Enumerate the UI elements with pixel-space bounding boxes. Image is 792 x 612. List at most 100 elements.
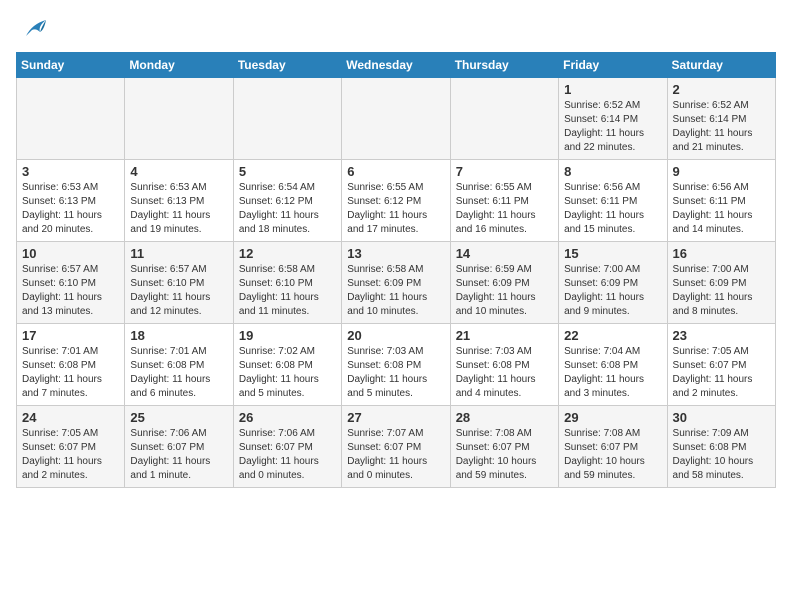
day-cell: 13 Sunrise: 6:58 AM Sunset: 6:09 PM Dayli…	[342, 242, 450, 324]
day-cell: 11 Sunrise: 6:57 AM Sunset: 6:10 PM Dayli…	[125, 242, 233, 324]
day-info: Sunrise: 6:59 AM Sunset: 6:09 PM Dayligh…	[456, 263, 553, 319]
header-cell-wednesday: Wednesday	[342, 53, 450, 78]
day-cell: 19 Sunrise: 7:02 AM Sunset: 6:08 PM Dayli…	[233, 324, 341, 406]
day-cell: 29 Sunrise: 7:08 AM Sunset: 6:07 PM Dayli…	[559, 406, 667, 488]
day-number: 25	[130, 410, 227, 425]
day-cell: 25 Sunrise: 7:06 AM Sunset: 6:07 PM Dayli…	[125, 406, 233, 488]
day-number: 24	[22, 410, 119, 425]
day-cell: 22 Sunrise: 7:04 AM Sunset: 6:08 PM Dayli…	[559, 324, 667, 406]
week-row-4: 17 Sunrise: 7:01 AM Sunset: 6:08 PM Dayli…	[17, 324, 776, 406]
day-number: 10	[22, 246, 119, 261]
day-cell: 6Sunrise: 6:55 AM Sunset: 6:12 PM Daylig…	[342, 160, 450, 242]
day-info: Sunrise: 7:01 AM Sunset: 6:08 PM Dayligh…	[22, 345, 119, 401]
day-number: 4	[130, 164, 227, 179]
page-header	[16, 16, 776, 44]
day-info: Sunrise: 7:08 AM Sunset: 6:07 PM Dayligh…	[564, 427, 661, 483]
day-cell: 17 Sunrise: 7:01 AM Sunset: 6:08 PM Dayli…	[17, 324, 125, 406]
day-number: 19	[239, 328, 336, 343]
day-cell	[233, 78, 341, 160]
week-row-3: 10 Sunrise: 6:57 AM Sunset: 6:10 PM Dayli…	[17, 242, 776, 324]
day-info: Sunrise: 7:03 AM Sunset: 6:08 PM Dayligh…	[347, 345, 444, 401]
day-info: Sunrise: 7:01 AM Sunset: 6:08 PM Dayligh…	[130, 345, 227, 401]
day-number: 9	[673, 164, 770, 179]
day-number: 16	[673, 246, 770, 261]
day-info: Sunrise: 6:53 AM Sunset: 6:13 PM Dayligh…	[130, 181, 227, 237]
day-number: 12	[239, 246, 336, 261]
day-info: Sunrise: 6:57 AM Sunset: 6:10 PM Dayligh…	[130, 263, 227, 319]
day-cell: 20 Sunrise: 7:03 AM Sunset: 6:08 PM Dayli…	[342, 324, 450, 406]
day-info: Sunrise: 7:05 AM Sunset: 6:07 PM Dayligh…	[673, 345, 770, 401]
day-number: 22	[564, 328, 661, 343]
header-cell-saturday: Saturday	[667, 53, 775, 78]
day-number: 30	[673, 410, 770, 425]
day-number: 23	[673, 328, 770, 343]
day-cell	[450, 78, 558, 160]
day-number: 6	[347, 164, 444, 179]
day-number: 11	[130, 246, 227, 261]
day-number: 14	[456, 246, 553, 261]
day-info: Sunrise: 7:06 AM Sunset: 6:07 PM Dayligh…	[239, 427, 336, 483]
day-cell: 28 Sunrise: 7:08 AM Sunset: 6:07 PM Dayli…	[450, 406, 558, 488]
week-row-5: 24 Sunrise: 7:05 AM Sunset: 6:07 PM Dayli…	[17, 406, 776, 488]
header-cell-thursday: Thursday	[450, 53, 558, 78]
day-info: Sunrise: 7:02 AM Sunset: 6:08 PM Dayligh…	[239, 345, 336, 401]
day-info: Sunrise: 7:00 AM Sunset: 6:09 PM Dayligh…	[564, 263, 661, 319]
header-row: SundayMondayTuesdayWednesdayThursdayFrid…	[17, 53, 776, 78]
day-cell: 27 Sunrise: 7:07 AM Sunset: 6:07 PM Dayli…	[342, 406, 450, 488]
day-info: Sunrise: 7:09 AM Sunset: 6:08 PM Dayligh…	[673, 427, 770, 483]
day-number: 28	[456, 410, 553, 425]
day-cell: 24 Sunrise: 7:05 AM Sunset: 6:07 PM Dayli…	[17, 406, 125, 488]
day-info: Sunrise: 7:05 AM Sunset: 6:07 PM Dayligh…	[22, 427, 119, 483]
day-cell: 30 Sunrise: 7:09 AM Sunset: 6:08 PM Dayli…	[667, 406, 775, 488]
logo	[16, 16, 48, 44]
day-cell: 5Sunrise: 6:54 AM Sunset: 6:12 PM Daylig…	[233, 160, 341, 242]
day-cell: 4 Sunrise: 6:53 AM Sunset: 6:13 PM Daylig…	[125, 160, 233, 242]
day-info: Sunrise: 6:53 AM Sunset: 6:13 PM Dayligh…	[22, 181, 119, 237]
day-number: 26	[239, 410, 336, 425]
day-info: Sunrise: 6:58 AM Sunset: 6:09 PM Dayligh…	[347, 263, 444, 319]
day-number: 2	[673, 82, 770, 97]
day-cell: 9 Sunrise: 6:56 AM Sunset: 6:11 PM Daylig…	[667, 160, 775, 242]
day-number: 29	[564, 410, 661, 425]
day-cell: 7 Sunrise: 6:55 AM Sunset: 6:11 PM Daylig…	[450, 160, 558, 242]
day-number: 27	[347, 410, 444, 425]
day-number: 7	[456, 164, 553, 179]
day-info: Sunrise: 7:08 AM Sunset: 6:07 PM Dayligh…	[456, 427, 553, 483]
header-cell-tuesday: Tuesday	[233, 53, 341, 78]
week-row-1: 1 Sunrise: 6:52 AM Sunset: 6:14 PM Daylig…	[17, 78, 776, 160]
day-cell: 10 Sunrise: 6:57 AM Sunset: 6:10 PM Dayli…	[17, 242, 125, 324]
day-number: 3	[22, 164, 119, 179]
day-info: Sunrise: 6:58 AM Sunset: 6:10 PM Dayligh…	[239, 263, 336, 319]
day-info: Sunrise: 6:56 AM Sunset: 6:11 PM Dayligh…	[673, 181, 770, 237]
day-cell	[17, 78, 125, 160]
day-number: 13	[347, 246, 444, 261]
day-number: 21	[456, 328, 553, 343]
day-cell: 8Sunrise: 6:56 AM Sunset: 6:11 PM Daylig…	[559, 160, 667, 242]
calendar-table: SundayMondayTuesdayWednesdayThursdayFrid…	[16, 52, 776, 488]
header-cell-friday: Friday	[559, 53, 667, 78]
day-number: 18	[130, 328, 227, 343]
day-number: 1	[564, 82, 661, 97]
day-cell: 26 Sunrise: 7:06 AM Sunset: 6:07 PM Dayli…	[233, 406, 341, 488]
day-number: 15	[564, 246, 661, 261]
day-number: 20	[347, 328, 444, 343]
day-cell: 12 Sunrise: 6:58 AM Sunset: 6:10 PM Dayli…	[233, 242, 341, 324]
day-info: Sunrise: 7:06 AM Sunset: 6:07 PM Dayligh…	[130, 427, 227, 483]
day-info: Sunrise: 6:57 AM Sunset: 6:10 PM Dayligh…	[22, 263, 119, 319]
day-cell: 16Sunrise: 7:00 AM Sunset: 6:09 PM Dayli…	[667, 242, 775, 324]
day-info: Sunrise: 7:07 AM Sunset: 6:07 PM Dayligh…	[347, 427, 444, 483]
day-info: Sunrise: 6:55 AM Sunset: 6:11 PM Dayligh…	[456, 181, 553, 237]
day-info: Sunrise: 7:03 AM Sunset: 6:08 PM Dayligh…	[456, 345, 553, 401]
day-info: Sunrise: 7:04 AM Sunset: 6:08 PM Dayligh…	[564, 345, 661, 401]
day-cell: 3 Sunrise: 6:53 AM Sunset: 6:13 PM Daylig…	[17, 160, 125, 242]
header-cell-sunday: Sunday	[17, 53, 125, 78]
day-info: Sunrise: 6:52 AM Sunset: 6:14 PM Dayligh…	[673, 99, 770, 155]
day-cell: 18 Sunrise: 7:01 AM Sunset: 6:08 PM Dayli…	[125, 324, 233, 406]
day-cell: 15 Sunrise: 7:00 AM Sunset: 6:09 PM Dayli…	[559, 242, 667, 324]
week-row-2: 3 Sunrise: 6:53 AM Sunset: 6:13 PM Daylig…	[17, 160, 776, 242]
day-info: Sunrise: 6:52 AM Sunset: 6:14 PM Dayligh…	[564, 99, 661, 155]
day-number: 8	[564, 164, 661, 179]
day-cell	[342, 78, 450, 160]
day-number: 17	[22, 328, 119, 343]
day-cell: 21 Sunrise: 7:03 AM Sunset: 6:08 PM Dayli…	[450, 324, 558, 406]
